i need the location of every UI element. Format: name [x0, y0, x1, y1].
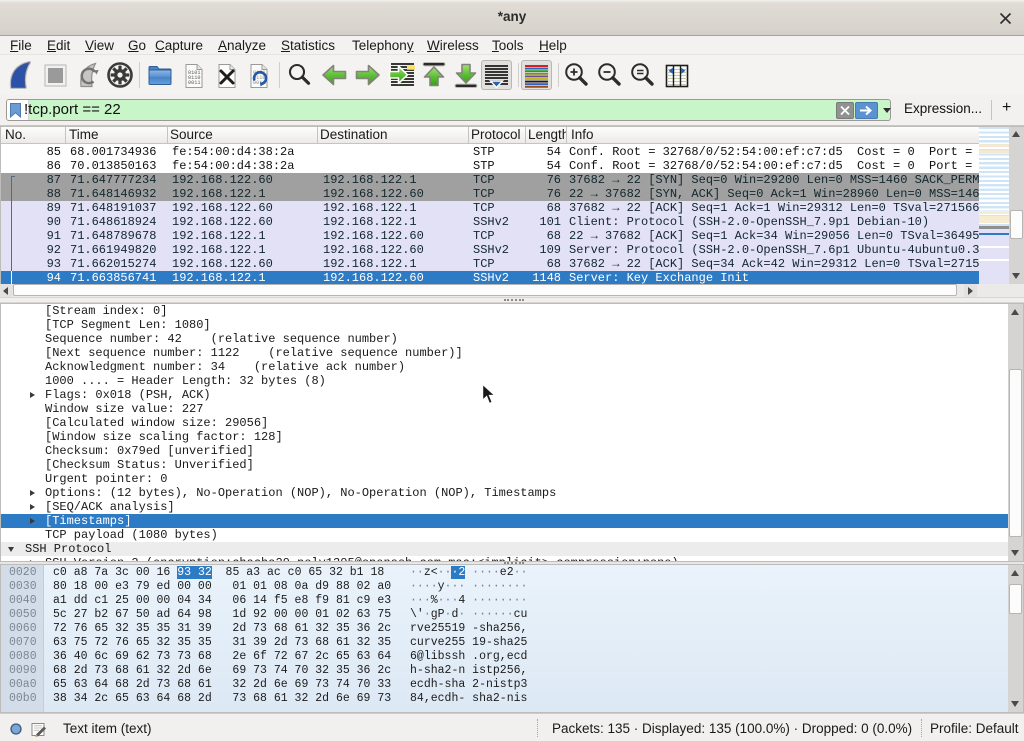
svg-text:0011: 0011 — [188, 80, 200, 86]
